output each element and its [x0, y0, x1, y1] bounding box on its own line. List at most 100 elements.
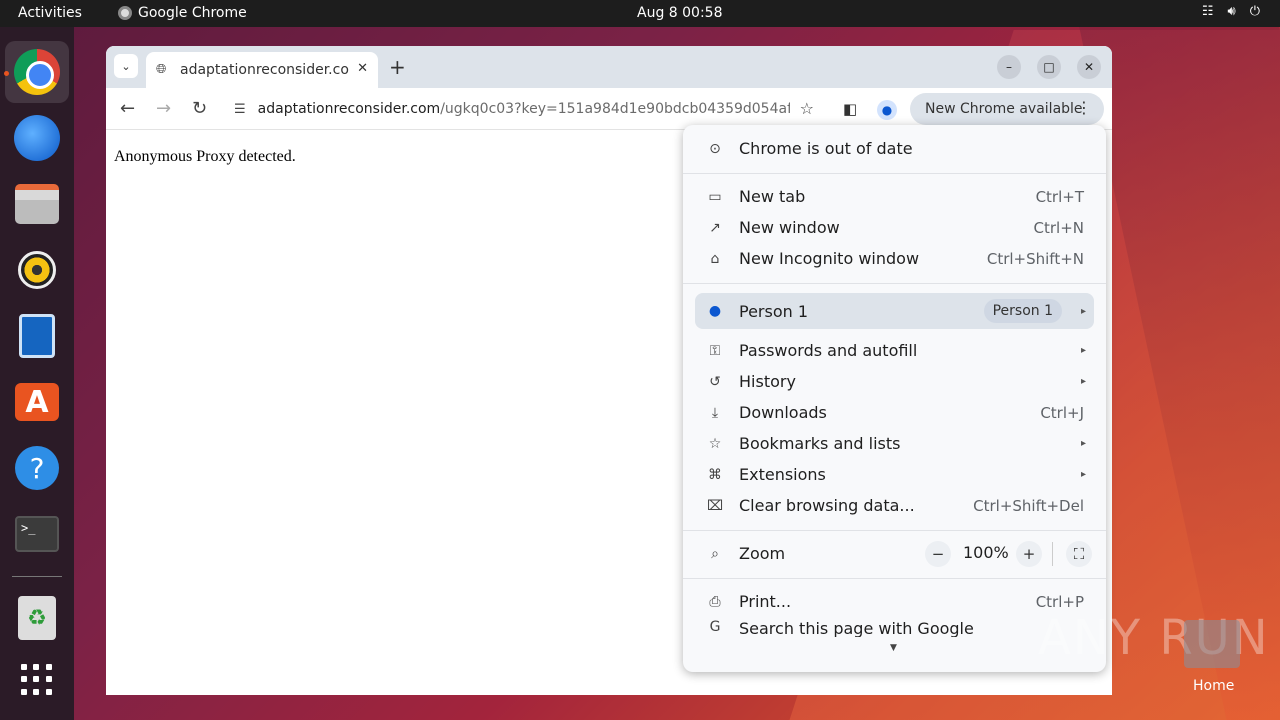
dock-terminal[interactable]: >_	[12, 509, 62, 559]
zoom-level: 100%	[963, 543, 1009, 562]
dock-trash[interactable]: ♻	[12, 593, 62, 643]
star-icon: ☆	[708, 435, 722, 452]
site-globe-icon: 🌐︎	[156, 62, 167, 77]
writer-icon	[19, 314, 55, 358]
site-info-icon[interactable]: ☰	[234, 102, 246, 117]
thunderbird-icon	[14, 115, 60, 161]
page-content-text: Anonymous Proxy detected.	[114, 148, 296, 165]
close-window-button[interactable]: ✕	[1077, 55, 1101, 79]
menu-label: Clear browsing data...	[739, 496, 915, 515]
download-icon: ⤓	[711, 404, 719, 421]
menu-label: Person 1	[739, 301, 809, 321]
network-icon: ☷	[1201, 4, 1214, 19]
dock-writer[interactable]	[12, 311, 62, 361]
fullscreen-button[interactable]: ⛶	[1066, 541, 1092, 567]
submenu-arrow-icon: ▸	[1080, 469, 1086, 480]
menu-label: New Incognito window	[739, 249, 920, 268]
menu-separator	[683, 283, 1106, 284]
tab-close-icon[interactable]: ✕	[357, 61, 368, 76]
terminal-icon: >_	[15, 516, 59, 552]
new-tab-button[interactable]: +	[389, 55, 406, 79]
print-icon: ⎙	[709, 593, 721, 610]
url-host: adaptationreconsider.com	[257, 101, 441, 117]
tab-strip: ⌄ 🌐︎ adaptationreconsider.com ✕ + – □ ✕	[106, 46, 1112, 88]
menu-separator	[683, 578, 1106, 579]
app-name: Google Chrome	[138, 5, 247, 21]
url-path: /ugkq0c03?key=151a984d1e90bdcb04359d054a…	[440, 101, 791, 117]
dock-files[interactable]	[12, 179, 62, 229]
trash-icon: ⌧	[707, 497, 724, 514]
menu-separator	[683, 530, 1106, 531]
bookmark-star-icon[interactable]: ☆	[800, 99, 814, 118]
app-menu[interactable]: Google Chrome	[118, 5, 247, 21]
scroll-down-icon[interactable]: ▼	[890, 643, 897, 653]
running-indicator	[4, 71, 9, 76]
menu-item-new-tab[interactable]: ▭ New tab Ctrl+T	[683, 181, 1106, 212]
menu-shortcut: Ctrl+Shift+Del	[973, 496, 1084, 515]
tab-search-button[interactable]: ⌄	[114, 54, 138, 78]
submenu-arrow-icon: ▸	[1080, 305, 1086, 317]
menu-item-clear-data[interactable]: ⌧ Clear browsing data... Ctrl+Shift+Del	[683, 490, 1106, 521]
zoom-divider	[1052, 542, 1053, 566]
dock-show-apps[interactable]	[12, 655, 62, 705]
dock-thunderbird[interactable]	[12, 113, 62, 163]
menu-item-new-window[interactable]: ↗ New window Ctrl+N	[683, 212, 1106, 243]
forward-icon[interactable]: →	[156, 98, 171, 119]
rhythmbox-icon	[18, 251, 56, 289]
system-tray[interactable]: ☷ 🔊︎ ⏻	[1202, 4, 1260, 19]
submenu-arrow-icon: ▸	[1080, 376, 1086, 387]
menu-item-out-of-date[interactable]: ⊙ Chrome is out of date	[683, 133, 1106, 164]
new-chrome-available-button[interactable]: New Chrome available ⋮	[910, 93, 1104, 125]
menu-label: New tab	[739, 187, 806, 206]
dock-separator	[12, 576, 62, 577]
menu-item-passwords[interactable]: ⚿ Passwords and autofill ▸	[683, 335, 1106, 366]
menu-shortcut: Ctrl+Shift+N	[986, 249, 1084, 268]
home-folder-icon[interactable]	[1184, 620, 1240, 668]
dock-help[interactable]: ?	[12, 443, 62, 493]
dock-rhythmbox[interactable]	[12, 245, 62, 295]
reload-icon[interactable]: ↻	[192, 98, 207, 119]
zoom-out-button[interactable]: −	[925, 541, 951, 567]
menu-shortcut: Ctrl+J	[1040, 403, 1084, 422]
menu-label: Search this page with Google	[739, 619, 974, 637]
google-icon: G	[709, 619, 721, 635]
chrome-icon	[14, 49, 60, 95]
menu-label: Extensions	[739, 465, 826, 484]
new-window-icon: ↗	[709, 219, 721, 236]
menu-item-person[interactable]: ● Person 1 Person 1 ▸	[695, 293, 1094, 329]
back-icon[interactable]: ←	[120, 98, 135, 119]
more-menu-icon[interactable]: ⋮	[1076, 98, 1092, 117]
chrome-main-menu: ⊙ Chrome is out of date ▭ New tab Ctrl+T…	[683, 125, 1106, 672]
profile-avatar-icon[interactable]: ●	[877, 100, 897, 120]
files-icon	[15, 184, 59, 224]
menu-label: Downloads	[739, 403, 827, 422]
key-icon: ⚿	[709, 342, 721, 359]
minimize-button[interactable]: –	[997, 55, 1021, 79]
menu-shortcut: Ctrl+P	[1035, 592, 1084, 611]
menu-label: New window	[739, 218, 840, 237]
browser-tab[interactable]: 🌐︎ adaptationreconsider.com ✕	[146, 52, 378, 88]
menu-label: History	[739, 372, 796, 391]
dock-app-center[interactable]: A	[12, 377, 62, 427]
history-icon: ↺	[709, 373, 721, 390]
side-panel-icon[interactable]: ◧	[843, 100, 857, 118]
clock[interactable]: Aug 8 00:58	[637, 5, 723, 21]
menu-item-extensions[interactable]: ⌘ Extensions ▸	[683, 459, 1106, 490]
new-tab-icon: ▭	[708, 188, 722, 205]
menu-item-incognito[interactable]: ⌂ New Incognito window Ctrl+Shift+N	[683, 243, 1106, 274]
menu-item-downloads[interactable]: ⤓ Downloads Ctrl+J	[683, 397, 1106, 428]
zoom-icon: ⌕	[711, 545, 719, 562]
maximize-button[interactable]: □	[1037, 55, 1061, 79]
menu-label: Print...	[739, 592, 792, 611]
apps-grid-icon	[21, 664, 53, 696]
update-icon: ⊙	[709, 140, 721, 157]
menu-separator	[683, 173, 1106, 174]
address-bar[interactable]: ☰ adaptationreconsider.com /ugkq0c03?key…	[224, 92, 824, 126]
menu-item-history[interactable]: ↺ History ▸	[683, 366, 1106, 397]
dock-chrome[interactable]	[5, 41, 69, 103]
system-top-bar: Activities Google Chrome Aug 8 00:58 ☷ 🔊…	[0, 0, 1280, 27]
zoom-in-button[interactable]: +	[1016, 541, 1042, 567]
activities-button[interactable]: Activities	[18, 5, 82, 21]
menu-item-bookmarks[interactable]: ☆ Bookmarks and lists ▸	[683, 428, 1106, 459]
menu-label: Bookmarks and lists	[739, 434, 901, 453]
